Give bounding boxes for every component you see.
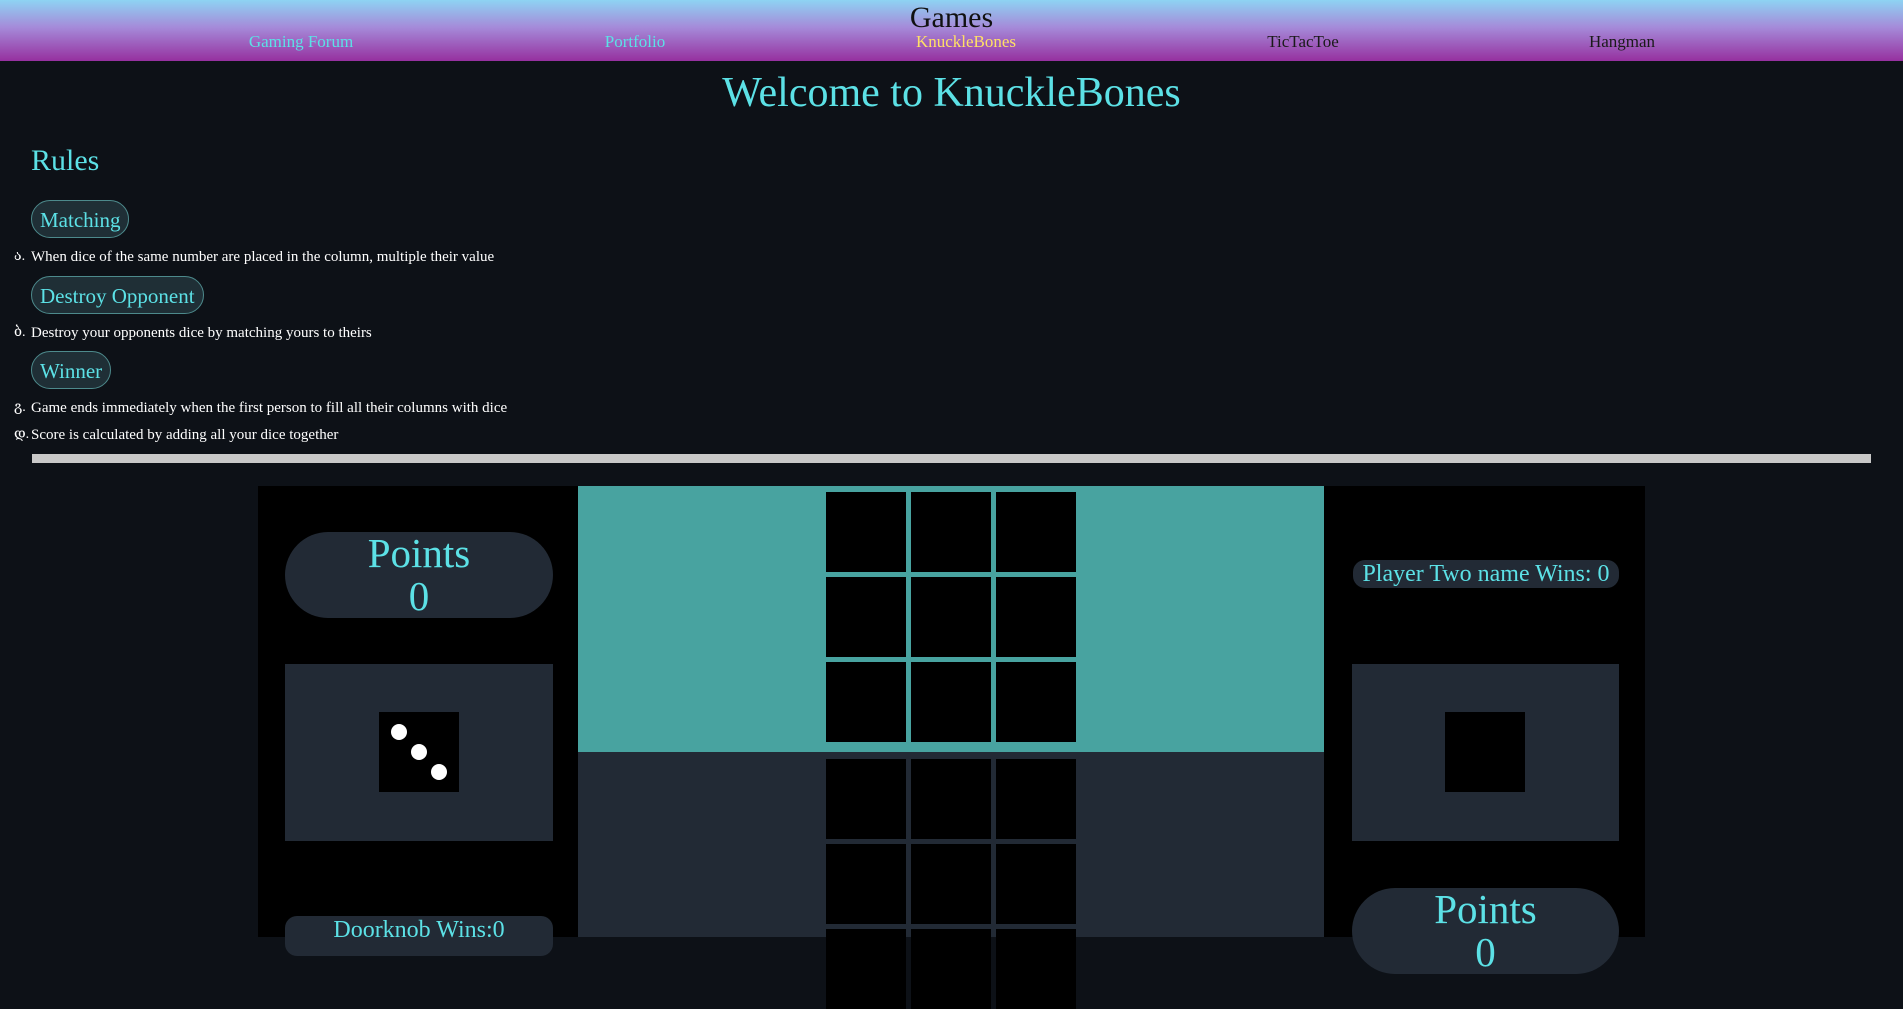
rule-item: დ. Score is calculated by adding all you… [14, 426, 339, 444]
player-one-die[interactable] [379, 712, 459, 792]
board-cell[interactable] [826, 492, 906, 572]
list-marker: ა. [14, 249, 26, 264]
board-cell[interactable] [826, 759, 906, 839]
board-cell[interactable] [911, 662, 991, 742]
rule-text: Score is calculated by adding all your d… [31, 427, 339, 443]
board-cell[interactable] [826, 844, 906, 924]
player-one-points: Points 0 [285, 532, 553, 618]
game-area: Points 0 Doorknob Wins:0 Player Two name… [258, 486, 1645, 1009]
die-pip [431, 764, 447, 780]
board-cell[interactable] [996, 929, 1076, 1009]
player-one-dice-panel [285, 664, 553, 841]
site-header: Games Gaming Forum Portfolio KnuckleBone… [0, 0, 1903, 61]
nav-link-knucklebones[interactable]: KnuckleBones [916, 32, 1016, 52]
nav-link-tictactoe[interactable]: TicTacToe [1267, 32, 1339, 52]
rule-heading-destroy-opponent: Destroy Opponent [31, 276, 204, 314]
rule-item: ბ. Destroy your opponents dice by matchi… [14, 324, 372, 342]
player-one-wins: Doorknob Wins:0 [285, 916, 553, 956]
points-label: Points [367, 530, 471, 576]
rules-heading: Rules [31, 144, 100, 177]
rule-item: გ. Game ends immediately when the first … [14, 399, 508, 417]
site-title: Games [909, 1, 994, 34]
board-cell[interactable] [911, 844, 991, 924]
board-cell[interactable] [996, 844, 1076, 924]
points-value: 0 [408, 573, 430, 619]
rule-text: When dice of the same number are placed … [31, 249, 495, 265]
player-two-wins: Player Two name Wins: 0 [1353, 560, 1619, 588]
rule-heading-winner: Winner [31, 351, 112, 389]
board-cell[interactable] [996, 759, 1076, 839]
board-cell[interactable] [826, 577, 906, 657]
rule-text: Destroy your opponents dice by matching … [31, 325, 372, 341]
board-cell[interactable] [911, 492, 991, 572]
points-label: Points [1434, 886, 1537, 932]
player-one-board [578, 752, 1324, 1009]
board-cell[interactable] [911, 929, 991, 1009]
player-two-points: Points 0 [1352, 888, 1619, 974]
board-cell[interactable] [826, 929, 906, 1009]
nav-link-hangman[interactable]: Hangman [1589, 32, 1655, 52]
board-cell[interactable] [911, 577, 991, 657]
list-marker: დ. [14, 427, 30, 442]
board-cell[interactable] [996, 577, 1076, 657]
die-pip [391, 724, 407, 740]
divider [32, 454, 1871, 463]
points-value: 0 [1475, 929, 1496, 975]
nav-link-portfolio[interactable]: Portfolio [605, 32, 665, 52]
rule-item: ა. When dice of the same number are plac… [14, 248, 495, 266]
board-cell[interactable] [911, 759, 991, 839]
board-cell[interactable] [996, 662, 1076, 742]
list-marker: გ. [14, 400, 26, 415]
nav-link-gaming-forum[interactable]: Gaming Forum [249, 32, 353, 52]
board-cell[interactable] [996, 492, 1076, 572]
rule-text: Game ends immediately when the first per… [31, 400, 508, 416]
die-pip [411, 744, 427, 760]
player-two-board [578, 486, 1324, 752]
player-two-die[interactable] [1445, 712, 1525, 792]
list-marker: ბ. [14, 325, 26, 340]
player-two-dice-panel [1352, 664, 1619, 841]
page-title: Welcome to KnuckleBones [722, 70, 1181, 116]
board-cell[interactable] [826, 662, 906, 742]
rule-heading-matching: Matching [31, 200, 130, 238]
